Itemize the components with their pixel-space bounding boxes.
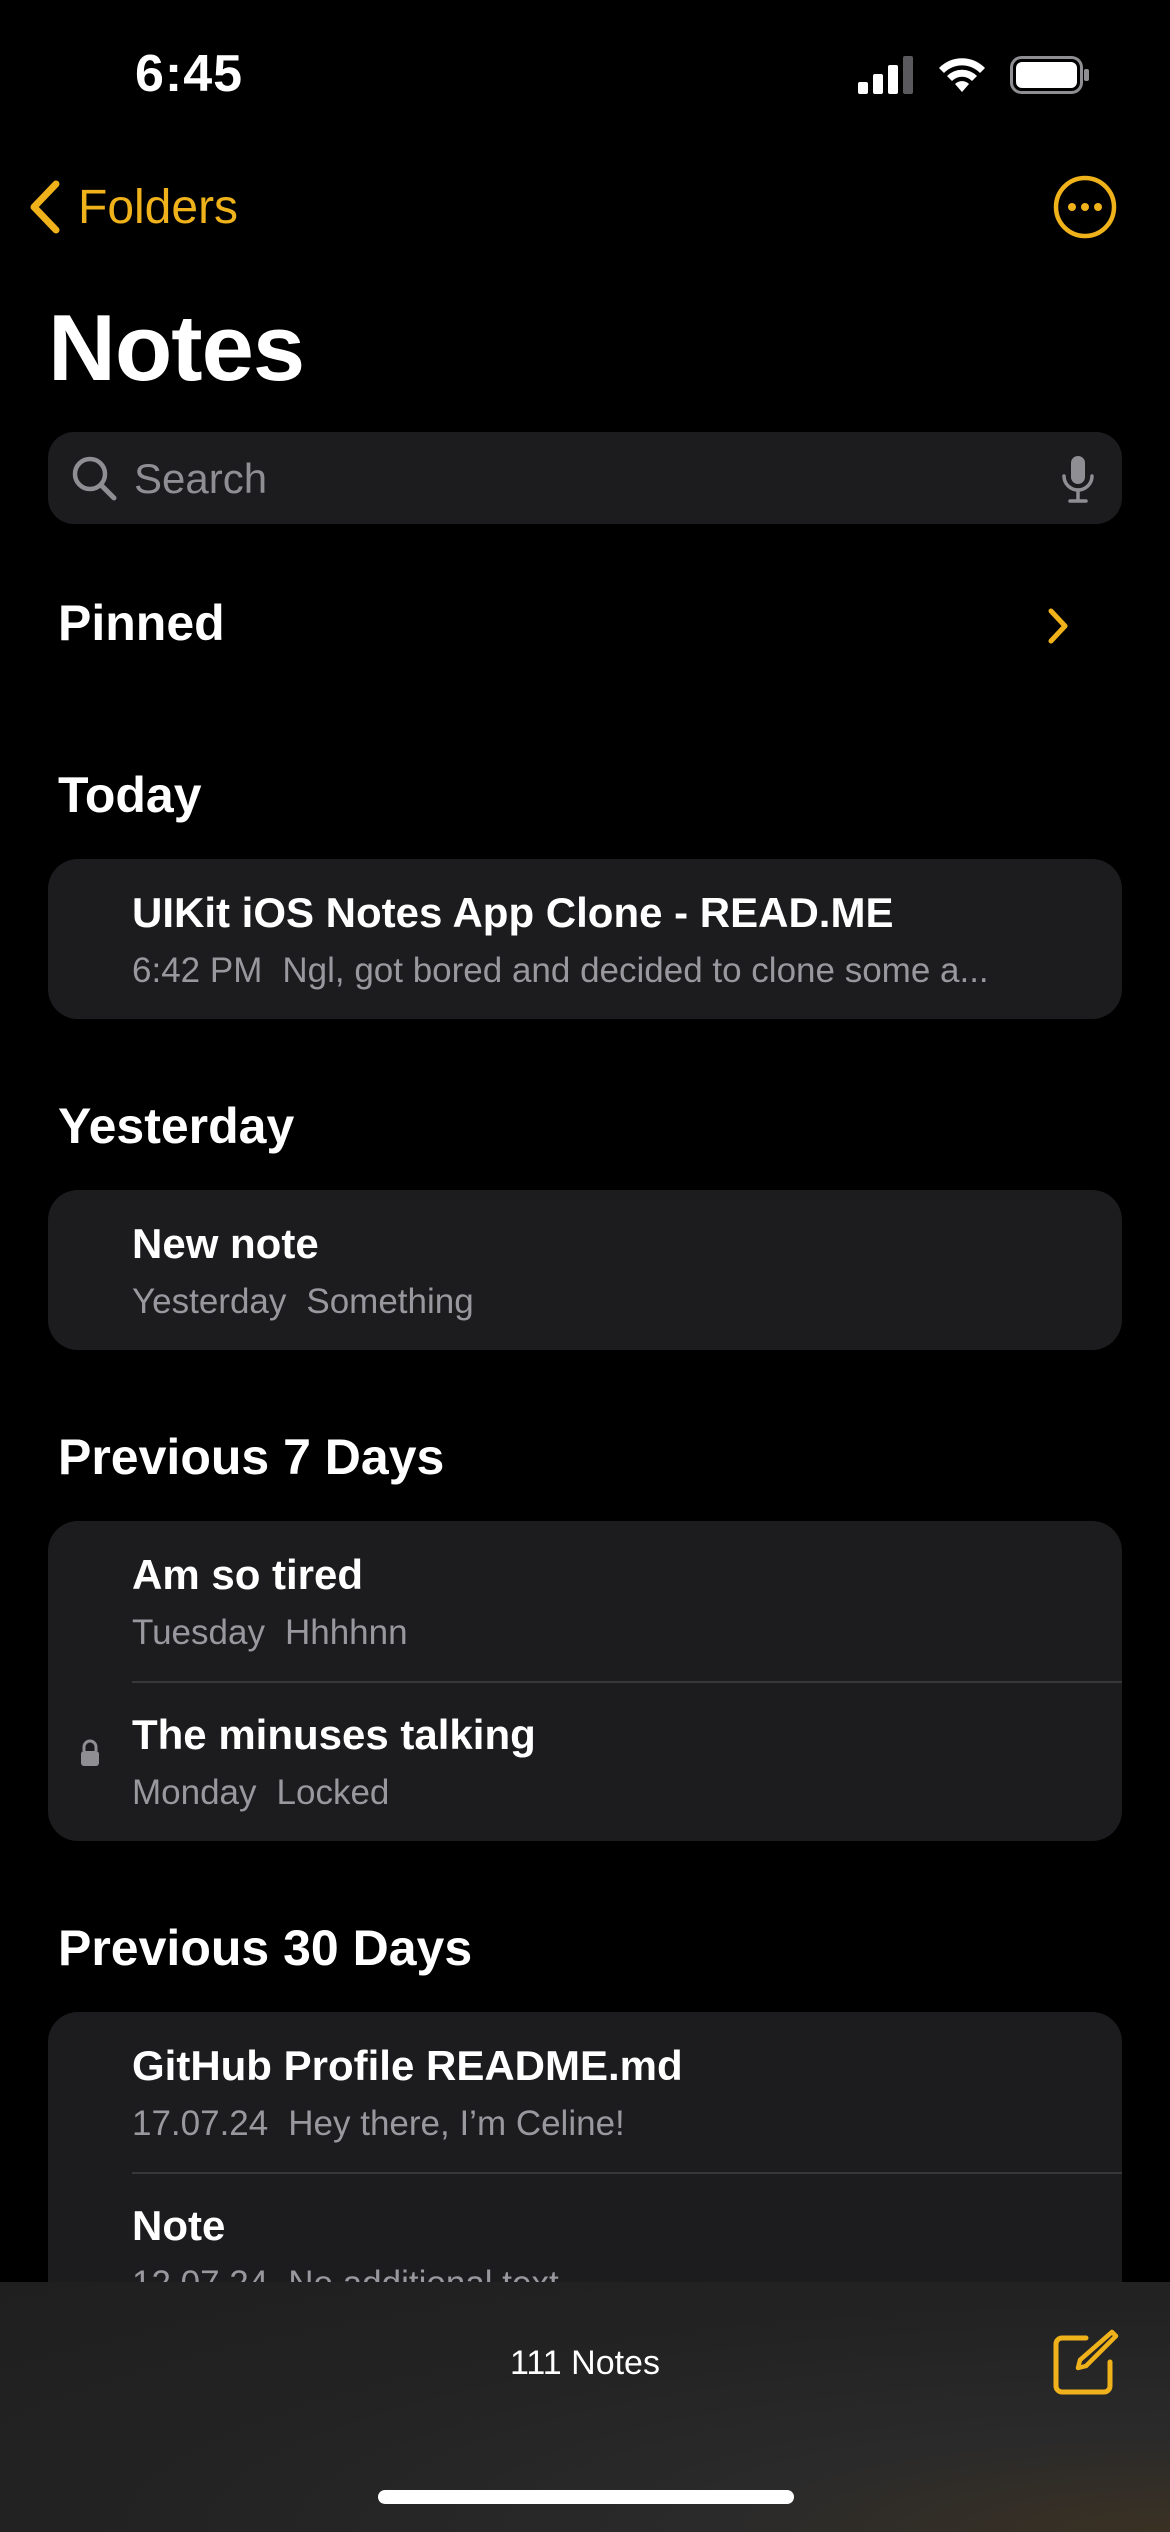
compose-note-button[interactable] bbox=[1050, 2328, 1120, 2398]
notes-group-previous-7-days: Am so tired Tuesday Hhhhnn The minuses ta… bbox=[48, 1521, 1122, 1841]
notes-group-yesterday: New note Yesterday Something bbox=[48, 1190, 1122, 1350]
microphone-icon[interactable] bbox=[1060, 454, 1096, 504]
note-title: New note bbox=[132, 1220, 319, 1267]
note-subtitle: Tuesday Hhhhnn bbox=[132, 1613, 1092, 1653]
notes-count: 111 Notes bbox=[510, 2344, 660, 2382]
note-preview: Hhhhnn bbox=[284, 1613, 408, 1652]
status-icons bbox=[858, 56, 1090, 94]
note-subtitle: Monday Locked bbox=[132, 1773, 1092, 1813]
note-date: Monday bbox=[132, 1773, 257, 1812]
status-time: 6:45 bbox=[135, 45, 244, 103]
note-item[interactable]: Am so tired Tuesday Hhhhnn bbox=[48, 1521, 1122, 1681]
section-header-yesterday: Yesterday bbox=[58, 1098, 295, 1154]
note-preview: Something bbox=[306, 1282, 474, 1321]
ellipsis-circle-icon bbox=[1053, 175, 1117, 239]
note-date: Yesterday bbox=[132, 1282, 287, 1321]
section-header-previous-30-days: Previous 30 Days bbox=[58, 1920, 473, 1976]
back-label: Folders bbox=[78, 180, 239, 234]
note-preview: Hey there, I’m Celine! bbox=[288, 2104, 625, 2143]
note-subtitle: Yesterday Something bbox=[132, 1282, 1092, 1322]
section-header-previous-7-days: Previous 7 Days bbox=[58, 1429, 445, 1485]
wifi-icon bbox=[939, 58, 985, 92]
note-subtitle: 6:42 PM Ngl, got bored and decided to clo… bbox=[132, 951, 1092, 991]
chevron-right-icon bbox=[1048, 608, 1068, 644]
pinned-header: Pinned bbox=[58, 595, 225, 651]
note-preview: Locked bbox=[276, 1773, 390, 1812]
status-bar: 6:45 bbox=[0, 0, 1170, 150]
notes-group-today: UIKit iOS Notes App Clone - READ.ME 6:42… bbox=[48, 859, 1122, 1019]
chevron-left-icon bbox=[30, 180, 60, 234]
note-date: 6:42 PM bbox=[132, 951, 263, 990]
pinned-section-row[interactable]: Pinned bbox=[0, 580, 1170, 670]
note-date: 17.07.24 bbox=[132, 2104, 269, 2143]
note-item[interactable]: New note Yesterday Something bbox=[48, 1190, 1122, 1350]
battery-icon bbox=[1010, 56, 1089, 94]
note-title: Am so tired bbox=[132, 1551, 364, 1598]
note-subtitle: 17.07.24 Hey there, I’m Celine! bbox=[132, 2104, 1092, 2144]
cellular-signal-icon bbox=[858, 56, 913, 94]
note-title: Note bbox=[132, 2202, 226, 2249]
search-icon bbox=[72, 456, 117, 501]
note-item[interactable]: UIKit iOS Notes App Clone - READ.ME 6:42… bbox=[48, 859, 1122, 1019]
search-bar[interactable] bbox=[48, 432, 1122, 526]
note-title: UIKit iOS Notes App Clone - READ.ME bbox=[132, 889, 894, 936]
compose-icon bbox=[1053, 2329, 1119, 2395]
note-item[interactable]: GitHub Profile README.md 17.07.24 Hey the… bbox=[48, 2012, 1122, 2172]
note-date: Tuesday bbox=[132, 1613, 265, 1652]
note-item-locked[interactable]: The minuses talking Monday Locked bbox=[48, 1681, 1122, 1841]
back-to-folders-button[interactable]: Folders bbox=[24, 172, 238, 242]
home-indicator bbox=[378, 2490, 794, 2504]
more-options-button[interactable] bbox=[1052, 174, 1118, 240]
section-header-today: Today bbox=[58, 767, 202, 823]
note-preview: Ngl, got bored and decided to clone some… bbox=[282, 951, 989, 990]
search-input[interactable] bbox=[132, 432, 1016, 526]
page-title: Notes bbox=[48, 295, 305, 400]
note-title: The minuses talking bbox=[132, 1711, 536, 1758]
note-title: GitHub Profile README.md bbox=[132, 2042, 683, 2089]
lock-icon bbox=[81, 1739, 99, 1766]
